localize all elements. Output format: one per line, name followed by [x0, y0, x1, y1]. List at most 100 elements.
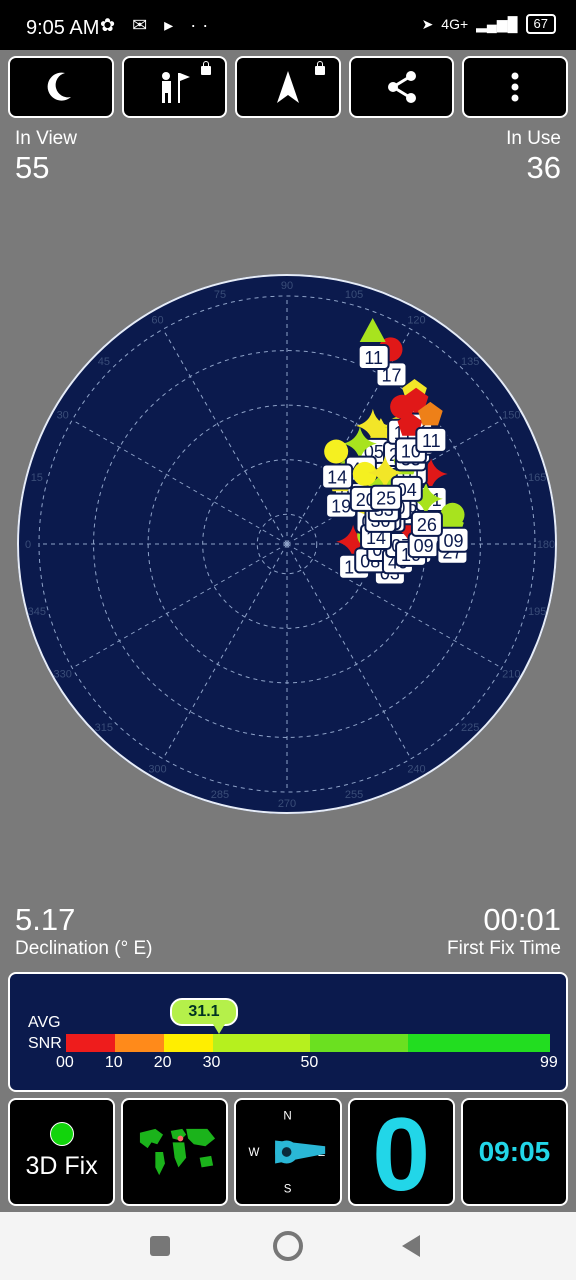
in-view-value: 55 — [15, 150, 50, 185]
compass-degree-label: 30 — [57, 410, 69, 422]
in-use-stat: In Use 36 — [506, 128, 561, 186]
snr-bar-segment — [114, 1034, 164, 1052]
clock-display: 09:05 — [478, 1136, 551, 1167]
compass-degree-label: 285 — [211, 789, 229, 801]
satellite-id-label: 09 — [414, 536, 434, 556]
map-flag-button[interactable] — [121, 56, 228, 118]
snr-bar-segment — [163, 1034, 213, 1052]
satellite-count-button[interactable]: 0 — [347, 1098, 455, 1206]
network-type: 4G+ — [441, 16, 469, 32]
compass-degree-label: 15 — [31, 472, 43, 484]
declination-stat: 5.17 Declination (° E) — [15, 902, 152, 960]
fix-indicator-dot — [50, 1122, 74, 1146]
world-map-button[interactable] — [121, 1098, 229, 1206]
compass-degree-label: 150 — [502, 410, 520, 422]
compass-degree-label: 300 — [148, 763, 166, 775]
status-right: ➤ 4G+ ▂▄▆█ 67 — [422, 14, 556, 34]
compass-button[interactable]: N S W E — [234, 1098, 342, 1206]
home-button[interactable] — [273, 1231, 303, 1261]
compass-icon: N S W E — [249, 1110, 326, 1195]
satellite-id-label: 14 — [327, 468, 347, 488]
satellite-id-label: 11 — [422, 431, 441, 451]
compass-degree-label: 330 — [54, 669, 72, 681]
compass-degree-label: 240 — [407, 763, 425, 775]
satellite-circle-marker — [324, 439, 349, 464]
world-map-icon — [140, 1128, 216, 1176]
location-icon: ➤ — [421, 15, 434, 32]
back-button[interactable] — [402, 1235, 420, 1257]
snr-bar-segment — [408, 1034, 550, 1052]
satellite-circle-marker — [440, 502, 465, 527]
satellite-id-label: 19 — [331, 497, 351, 517]
compass-degree-label: 165 — [528, 472, 546, 484]
toolbar — [8, 56, 568, 118]
snr-color-bar — [66, 1034, 550, 1052]
first-fix-stat: 00:01 First Fix Time — [447, 902, 561, 960]
compass-degree-label: 75 — [214, 289, 226, 301]
snr-panel: AVG SNR 31.1 00 10 20 30 50 99 — [8, 972, 568, 1092]
declination-label: Declination (° E) — [15, 938, 153, 959]
moon-icon — [47, 72, 71, 101]
lock-icon — [314, 61, 325, 75]
snr-bar-segment — [212, 1034, 311, 1052]
in-use-label: In Use — [506, 128, 561, 149]
more-options-button[interactable] — [462, 56, 568, 118]
satellite-id-label: 26 — [417, 515, 437, 535]
satellite-id-label: 11 — [364, 348, 383, 368]
avg-label: AVG — [28, 1014, 61, 1031]
fix-label: 3D Fix — [25, 1152, 98, 1180]
first-fix-value: 00:01 — [483, 902, 561, 937]
compass-degree-label: 135 — [461, 356, 479, 368]
battery-icon: 67 — [525, 14, 556, 34]
compass-degree-label: 105 — [345, 289, 363, 301]
in-use-value: 36 — [526, 150, 561, 185]
snr-bar-segment — [66, 1034, 115, 1052]
compass-degree-label: 270 — [278, 798, 296, 810]
snr-tick-label: 00 — [56, 1054, 74, 1071]
navigation-arrow-icon — [276, 71, 299, 103]
navigation-bar — [0, 1212, 576, 1280]
big-digit: 0 — [372, 1098, 431, 1206]
snr-tick-label: 10 — [104, 1054, 123, 1071]
compass-degree-label: 225 — [461, 722, 479, 734]
compass-degree-label: 195 — [528, 606, 546, 618]
satellite-id-label: 25 — [376, 489, 396, 509]
status-bar: 9:05 AM ✿ ✉ ▸ ·· ➤ 4G+ ▂▄▆█ 67 — [0, 0, 576, 50]
compass-degree-label: 315 — [95, 722, 113, 734]
navigation-button[interactable] — [235, 56, 341, 118]
compass-n: N — [284, 1110, 292, 1122]
satellite-id-label: 09 — [444, 531, 464, 551]
snr-tick-label: 20 — [153, 1054, 172, 1071]
compass-degree-label: 345 — [28, 606, 46, 618]
declination-value: 5.17 — [15, 902, 76, 937]
recents-button[interactable] — [150, 1236, 170, 1256]
avg-snr-bubble: 31.1 — [170, 998, 238, 1034]
in-view-stat: In View 55 — [15, 128, 77, 186]
snr-tick-label: 50 — [300, 1054, 319, 1071]
person-flag-icon — [162, 72, 191, 103]
in-view-label: In View — [15, 128, 77, 149]
status-time: 9:05 AM — [26, 17, 100, 39]
clock-button[interactable]: 09:05 — [460, 1098, 569, 1206]
first-fix-label: First Fix Time — [447, 938, 561, 959]
compass-s: S — [284, 1183, 292, 1195]
bottom-row: 3D Fix N S W E 0 09:05 — [8, 1098, 569, 1206]
compass-degree-label: 45 — [98, 356, 110, 368]
snr-tick-label: 30 — [202, 1054, 221, 1071]
share-button[interactable] — [348, 56, 455, 118]
lock-icon — [201, 61, 212, 75]
snr-bar-segment — [310, 1034, 409, 1052]
night-mode-button[interactable] — [8, 56, 114, 118]
status-notification-icons: ✿ ✉ ▸ ·· — [100, 15, 215, 35]
compass-degree-label: 180 — [537, 539, 555, 551]
more-vertical-icon — [511, 72, 519, 102]
fix-status-button[interactable]: 3D Fix — [8, 1098, 116, 1206]
sky-plot: 9010512013515016518019521022524025527028… — [17, 274, 557, 814]
compass-w: W — [249, 1147, 260, 1159]
compass-degree-label: 0 — [25, 539, 31, 551]
snr-tick-label: 99 — [540, 1054, 558, 1071]
compass-degree-label: 255 — [345, 789, 363, 801]
compass-degree-label: 120 — [407, 315, 425, 327]
compass-degree-label: 90 — [281, 280, 293, 292]
signal-icon: ▂▄▆█ — [476, 15, 518, 32]
